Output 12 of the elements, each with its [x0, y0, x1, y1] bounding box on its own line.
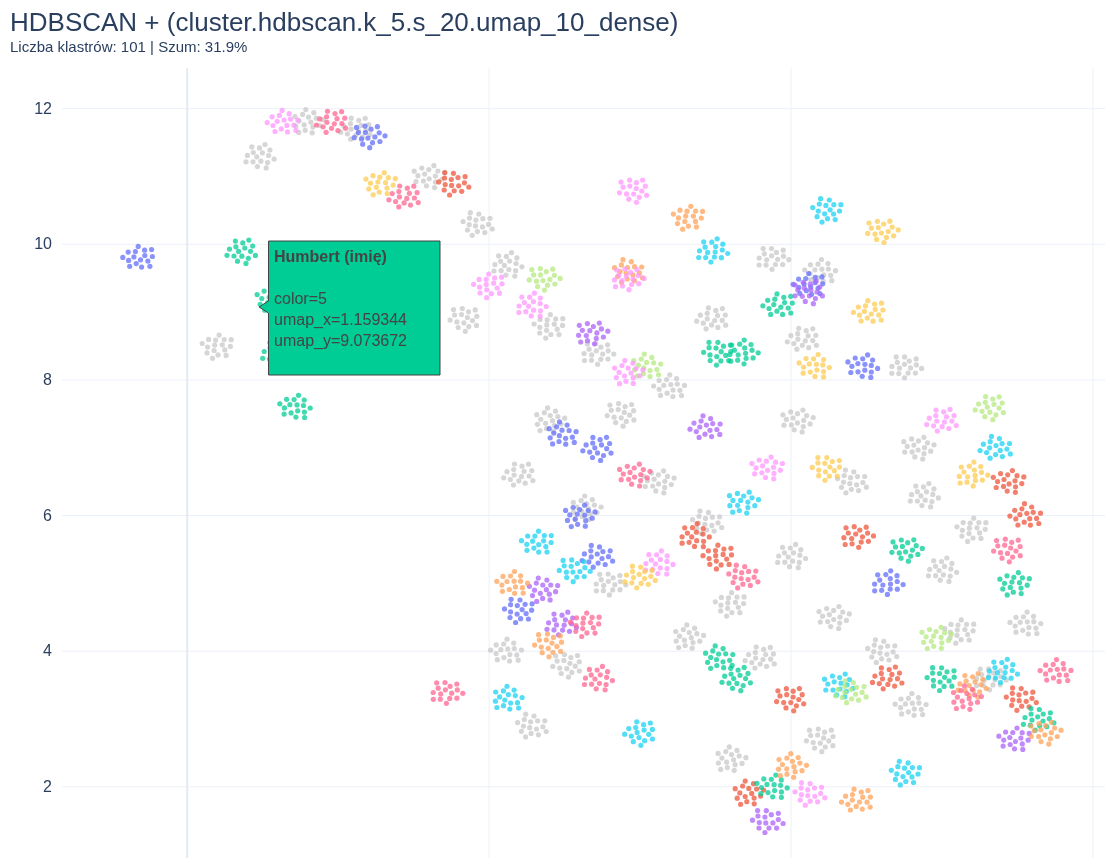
y-tick-label: 4: [43, 642, 52, 660]
y-tick-label: 12: [34, 99, 52, 117]
tooltip-line: umap_x=1.159344: [274, 310, 407, 330]
tooltip-line: umap_y=9.073672: [274, 331, 407, 351]
y-tick-label: 6: [43, 506, 52, 524]
y-tick-label: 2: [43, 777, 52, 795]
chart-title: HDBSCAN + (cluster.hdbscan.k_5.s_20.umap_10_dense): [10, 6, 679, 38]
tooltip-title: Humbert (imię): [274, 247, 387, 267]
chart-subtitle: Liczba klastrów: 101 | Szum: 31.9%: [10, 38, 248, 56]
y-tick-label: 8: [43, 370, 52, 388]
tooltip-line: color=5: [274, 289, 327, 309]
y-tick-label: 10: [34, 235, 52, 253]
